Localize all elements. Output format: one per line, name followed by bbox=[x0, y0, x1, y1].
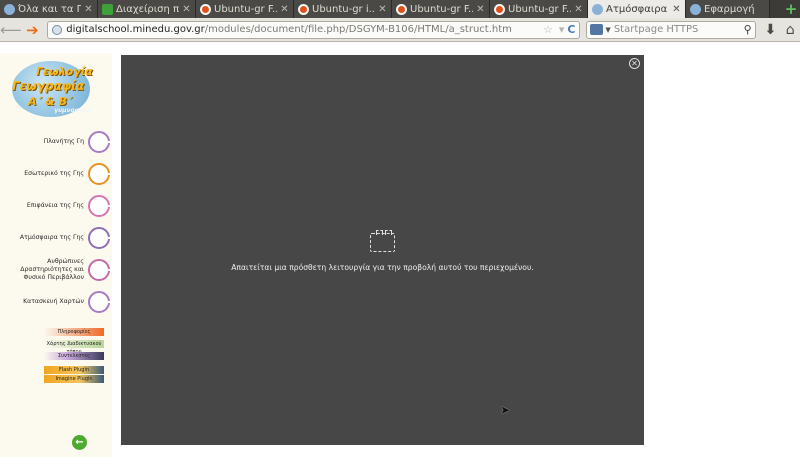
legend-credits-link[interactable]: Συντελεστές bbox=[44, 352, 104, 360]
close-icon[interactable]: ✕ bbox=[671, 4, 682, 15]
search-input[interactable]: Startpage HTTPS bbox=[614, 24, 744, 35]
sidebar: Γεωλογία Γεωγραφία Α΄ & Β΄ γυμνασίου Πλα… bbox=[0, 53, 118, 457]
web-icon bbox=[690, 3, 701, 15]
new-tab-button[interactable]: + bbox=[782, 0, 800, 18]
tab-title: Ubuntu-gr F... bbox=[214, 3, 277, 15]
dropdown-icon[interactable]: ▾ bbox=[559, 23, 565, 36]
tab-0[interactable]: Όλα και τα Π... ✕ bbox=[0, 0, 98, 18]
ubuntu-icon bbox=[494, 3, 505, 15]
menu-item-label: Κατασκευή Χαρτών bbox=[23, 298, 84, 306]
ring-icon bbox=[88, 131, 118, 153]
legend-info-link[interactable]: Πληροφορίες bbox=[44, 328, 104, 336]
globe-icon bbox=[52, 24, 63, 35]
menu-item-label: Ατμόσφαιρα της Γης bbox=[19, 234, 84, 242]
ring-icon bbox=[88, 259, 118, 281]
tab-4[interactable]: Ubuntu-gr F... ✕ bbox=[392, 0, 490, 18]
legend-flash-plugin-link[interactable]: Flash Plugin bbox=[44, 366, 104, 374]
close-icon[interactable]: ✕ bbox=[181, 4, 192, 15]
tab-title: Διαχείριση π... bbox=[116, 3, 179, 15]
search-engine-icon[interactable] bbox=[590, 24, 604, 35]
menu-item-earth-surface[interactable]: Επιφάνεια της Γης bbox=[0, 191, 118, 221]
back-button[interactable]: ⟵ bbox=[0, 20, 22, 40]
menu-item-earth-interior[interactable]: Εσωτερικό της Γης bbox=[0, 159, 118, 189]
tab-title: Ubuntu-gr F... bbox=[410, 3, 473, 15]
logo-line-2: Γεωγραφία bbox=[12, 79, 85, 93]
ubuntu-icon bbox=[396, 3, 407, 15]
tab-title: Ubuntu-gr i... bbox=[312, 3, 375, 15]
web-page: Γεωλογία Γεωγραφία Α΄ & Β΄ γυμνασίου Πλα… bbox=[0, 43, 800, 467]
tab-title: Εφαρμογή bbox=[704, 3, 755, 15]
back-arrow-icon[interactable]: ← bbox=[72, 435, 87, 450]
tab-5[interactable]: Ubuntu-gr F... ✕ bbox=[490, 0, 588, 18]
ring-icon bbox=[88, 227, 118, 249]
reload-icon[interactable]: C bbox=[567, 23, 575, 36]
menu-item-label: Επιφάνεια της Γης bbox=[26, 202, 84, 210]
plugin-missing-message[interactable]: Απαιτείται μια πρόσθετη λειτουργία για τ… bbox=[121, 263, 644, 272]
mouse-cursor-icon: ➤ bbox=[500, 403, 511, 417]
close-icon[interactable]: ✕ bbox=[475, 4, 486, 15]
menu-item-label: Ανθρώπινες Δραστηριότητες και Φυσικό Περ… bbox=[20, 258, 84, 281]
menu-item-map-making[interactable]: Κατασκευή Χαρτών bbox=[0, 287, 118, 317]
download-icon[interactable]: ⬇ bbox=[761, 22, 781, 38]
web-icon bbox=[592, 3, 603, 15]
close-icon[interactable]: ✕ bbox=[83, 4, 94, 15]
tab-title: Όλα και τα Π... bbox=[18, 3, 81, 15]
home-icon[interactable]: ⌂ bbox=[780, 22, 800, 38]
web-icon bbox=[4, 3, 15, 15]
close-icon[interactable]: ✕ bbox=[279, 4, 290, 15]
ubuntu-icon bbox=[298, 3, 309, 15]
menu-item-human-activities[interactable]: Ανθρώπινες Δραστηριότητες και Φυσικό Περ… bbox=[0, 255, 118, 285]
bookmark-star-icon[interactable]: ☆ bbox=[543, 23, 553, 36]
menu-item-planet-earth[interactable]: Πλανήτης Γη bbox=[0, 127, 118, 157]
legend-imagine-plugin-link[interactable]: Imagine Plugin bbox=[44, 375, 104, 383]
menu-item-label: Εσωτερικό της Γης bbox=[24, 170, 84, 178]
forward-button[interactable]: ➔ bbox=[22, 20, 44, 40]
tab-7[interactable]: Εφαρμογή bbox=[686, 0, 770, 18]
close-icon[interactable]: ✕ bbox=[573, 4, 584, 15]
chevron-down-icon[interactable]: ▼ bbox=[605, 26, 610, 34]
menu-item-atmosphere[interactable]: Ατμόσφαιρα της Γης bbox=[0, 223, 118, 253]
navigation-bar: ⟵ ➔ digitalschool.minedu.gov.gr/modules/… bbox=[0, 18, 800, 42]
tab-strip: Όλα και τα Π... ✕ Διαχείριση π... ✕ Ubun… bbox=[0, 0, 800, 18]
logo-line-4: γυμνασίου bbox=[54, 107, 90, 114]
site-logo[interactable]: Γεωλογία Γεωγραφία Α΄ & Β΄ γυμνασίου bbox=[8, 59, 98, 121]
menu-item-label: Πλανήτης Γη bbox=[43, 138, 84, 146]
tab-2[interactable]: Ubuntu-gr F... ✕ bbox=[196, 0, 294, 18]
close-icon[interactable]: ✕ bbox=[629, 58, 640, 69]
tab-title: Ubuntu-gr F... bbox=[508, 3, 571, 15]
ubuntu-icon bbox=[200, 3, 211, 15]
url-text: digitalschool.minedu.gov.gr/modules/docu… bbox=[66, 24, 540, 35]
plugin-missing-icon[interactable] bbox=[370, 230, 395, 252]
search-bar[interactable]: ▼ Startpage HTTPS ⚲ bbox=[586, 20, 756, 39]
ring-icon bbox=[88, 163, 118, 185]
url-bar[interactable]: digitalschool.minedu.gov.gr/modules/docu… bbox=[47, 20, 581, 39]
tab-3[interactable]: Ubuntu-gr i... ✕ bbox=[294, 0, 392, 18]
tab-title: Ατμόσφαιρα bbox=[606, 3, 668, 15]
search-icon[interactable]: ⚲ bbox=[744, 23, 752, 36]
legend-sitemap-link[interactable]: Χάρτης Διαδικτυακού τόπου bbox=[44, 340, 104, 355]
ring-icon bbox=[88, 195, 118, 217]
ring-icon bbox=[88, 291, 118, 313]
tab-6[interactable]: Ατμόσφαιρα ✕ bbox=[588, 0, 686, 18]
logo-line-1: Γεωλογία bbox=[36, 65, 93, 78]
puzzle-icon bbox=[102, 3, 113, 15]
plugin-content-area: ✕ Απαιτείται μια πρόσθετη λειτουργία για… bbox=[121, 55, 644, 445]
tab-1[interactable]: Διαχείριση π... ✕ bbox=[98, 0, 196, 18]
url-path: /modules/document/file.php/DSGYM-B106/HT… bbox=[204, 24, 512, 35]
close-icon[interactable]: ✕ bbox=[377, 4, 388, 15]
url-domain: digitalschool.minedu.gov.gr bbox=[66, 24, 205, 35]
